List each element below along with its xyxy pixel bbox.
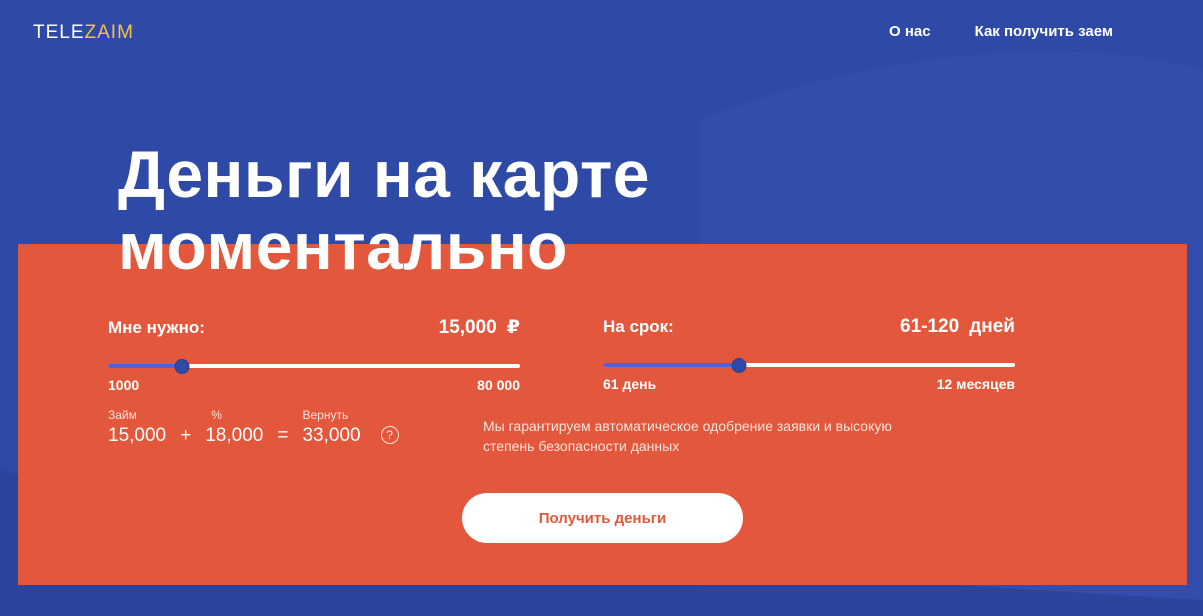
return-caption: Вернуть (302, 408, 349, 422)
term-selector: На срок: 61-120 дней 61 день 12 месяцев (603, 316, 1015, 392)
amount-slider-thumb[interactable] (174, 359, 190, 374)
loan-caption: Займ (108, 408, 137, 422)
term-slider-fill (603, 363, 739, 367)
plus-sign: + (180, 425, 192, 446)
amount-slider[interactable] (108, 359, 520, 374)
hero-title-line-2: моментально (118, 209, 569, 283)
logo-text-primary: TELE (33, 22, 85, 43)
loan-amount-summary: Займ 15,000 (108, 408, 166, 447)
term-max-label: 12 месяцев (936, 376, 1015, 392)
main-nav: О нас Как получить заем (889, 23, 1113, 40)
currency-unit: ₽ (506, 317, 520, 338)
amount-max-label: 80 000 (477, 377, 520, 393)
guarantee-text: Мы гарантируем автоматическое одобрение … (483, 418, 892, 454)
term-unit: дней (969, 316, 1015, 337)
logo[interactable]: TELEZAIM (33, 22, 134, 44)
nav-link-how-to-get-loan[interactable]: Как получить заем (975, 23, 1113, 40)
amount-selector: Мне нужно: 15,000 ₽ 1000 80 000 (108, 316, 520, 393)
hero-title: Деньги на карте моментально (118, 138, 650, 282)
question-mark-icon[interactable]: ? (380, 426, 399, 444)
term-value: 61-120 дней (900, 316, 1015, 338)
interest-summary: % 18,000 (205, 408, 263, 447)
get-money-button[interactable]: Получить деньги (462, 493, 743, 543)
term-number: 61-120 (900, 316, 960, 337)
term-slider[interactable] (603, 358, 1015, 373)
amount-min-label: 1000 (108, 377, 140, 393)
loan-calculator-panel: Мне нужно: 15,000 ₽ 1000 80 000 На срок: … (18, 244, 1187, 585)
hero-title-line-1: Деньги на карте (118, 137, 650, 211)
amount-label: Мне нужно: (108, 318, 205, 337)
logo-text-accent: ZAIM (84, 22, 134, 43)
amount-value: 15,000 ₽ (439, 316, 520, 339)
equals-sign: = (277, 425, 289, 446)
percent-caption: % (211, 408, 222, 422)
term-min-label: 61 день (603, 376, 657, 392)
repayment-summary: Займ 15,000 + % 18,000 = Вернуть 33,000 … (108, 408, 399, 447)
return-value: 33,000 (302, 425, 361, 446)
percent-value: 18,000 (205, 425, 264, 446)
return-summary: Вернуть 33,000 (302, 408, 360, 447)
nav-link-about[interactable]: О нас (889, 23, 931, 40)
amount-slider-fill (108, 364, 183, 368)
loan-value: 15,000 (108, 425, 167, 446)
amount-number: 15,000 (438, 317, 497, 338)
term-slider-thumb[interactable] (731, 358, 747, 373)
term-label: На срок: (603, 317, 674, 336)
